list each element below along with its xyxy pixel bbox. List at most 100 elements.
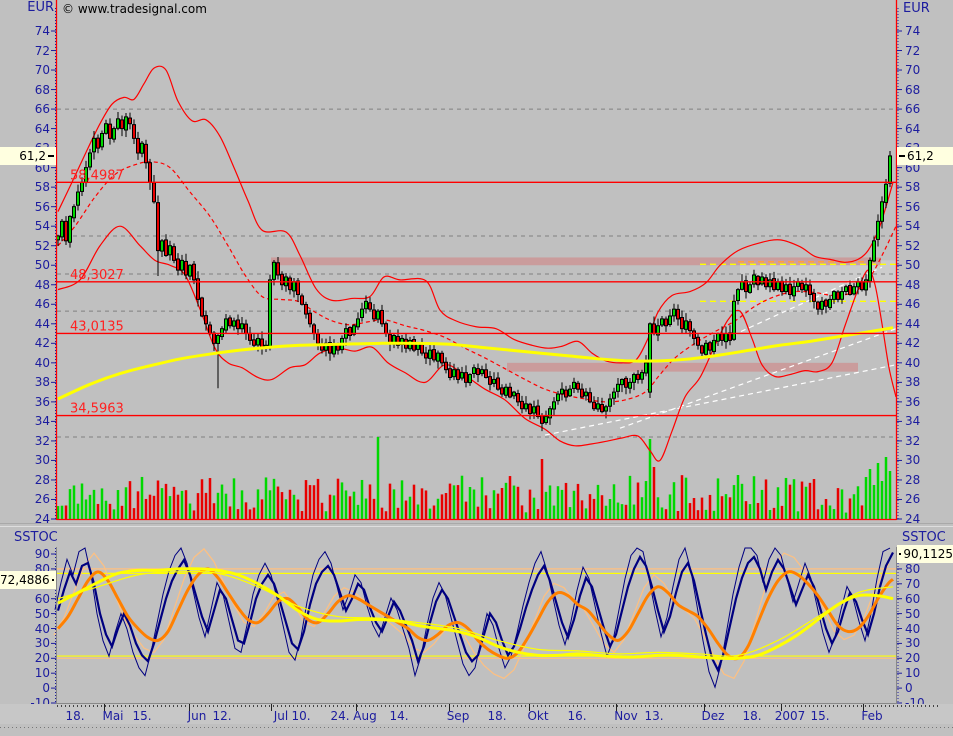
volume-bar [689, 503, 692, 519]
volume-bar [757, 503, 760, 519]
price-tick-label-right: 40 [905, 356, 920, 370]
candle-body [501, 388, 504, 394]
volume-bar [501, 488, 504, 519]
month-tick [529, 704, 530, 711]
volume-bar [773, 508, 776, 519]
volume-bar [413, 485, 416, 519]
candle-body [65, 221, 68, 240]
volume-bar [397, 508, 400, 519]
candle-body [549, 409, 552, 418]
volume-bar [173, 487, 176, 519]
stoch-panel-title-left: SSTOC [14, 530, 58, 545]
volume-bar [361, 480, 364, 519]
candle-body [853, 287, 856, 294]
x-axis-label: Dez [702, 709, 725, 723]
volume-bar [609, 499, 612, 519]
volume-bar [369, 484, 372, 519]
volume-bar [837, 488, 840, 519]
candle-body [385, 324, 388, 334]
candle-body [125, 117, 128, 130]
price-tick-label-left: 72 [0, 44, 50, 58]
price-tick-label-left: 70 [0, 63, 50, 77]
volume-bar [621, 504, 624, 519]
volume-bar [229, 506, 232, 519]
candle-body [297, 281, 300, 294]
candle-body [601, 404, 604, 411]
candle-body [241, 324, 244, 329]
volume-bar [797, 511, 800, 519]
candle-body [609, 399, 612, 406]
price-tick-label-left: 28 [0, 473, 50, 487]
candle-body [437, 353, 440, 361]
x-axis-label: Sep [447, 709, 470, 723]
price-tick-label-right: 32 [905, 434, 920, 448]
candle-body [313, 325, 316, 334]
candle-body [209, 325, 212, 334]
candle-body [629, 382, 632, 388]
current-price-value: 61,2 [19, 149, 46, 163]
volume-bar [381, 508, 384, 519]
candle-body [857, 282, 860, 287]
candle-body [673, 309, 676, 316]
candle-body [737, 290, 740, 301]
volume-bar [321, 503, 324, 519]
volume-bar [245, 502, 248, 519]
volume-bar [461, 476, 464, 519]
candle-body [253, 340, 256, 345]
volume-bar [493, 490, 496, 519]
stoch-current-value: 90,1125 [903, 547, 953, 561]
stoch-tick-label-right: 0 [905, 681, 913, 695]
x-axis-label: 10. [291, 709, 310, 723]
candle-body [641, 373, 644, 380]
volume-bar [577, 484, 580, 519]
volume-bar [429, 509, 432, 519]
volume-bar [73, 485, 76, 519]
price-tick-label-left: 48 [0, 278, 50, 292]
volume-bar [305, 480, 308, 519]
panel-divider [0, 523, 953, 527]
volume-bar [257, 489, 260, 519]
chart-canvas[interactable]: 58,498748,302743,013534,5963 [0, 0, 953, 736]
stoch-tick-label-left: 90 [0, 547, 50, 561]
stoch-tick-label-right: 30 [905, 636, 920, 650]
candle-body [585, 392, 588, 396]
price-tick-label-left: 30 [0, 453, 50, 467]
volume-bar [457, 485, 460, 519]
volume-bar [445, 493, 448, 519]
volume-bar [877, 463, 880, 519]
candle-body [201, 298, 204, 316]
candle-body [185, 261, 188, 275]
volume-bar [737, 475, 740, 519]
price-tick-label-left: 32 [0, 434, 50, 448]
volume-bar [553, 506, 556, 519]
candle-body [477, 369, 480, 375]
volume-bar [77, 504, 80, 519]
candle-body [841, 292, 844, 300]
stoch-tick-label-left: 60 [0, 592, 50, 606]
volume-bar [401, 480, 404, 519]
volume-bar [581, 500, 584, 519]
candle-body [869, 260, 872, 281]
price-tick-label-left: 68 [0, 83, 50, 97]
price-tick-label-right: 30 [905, 453, 920, 467]
candle-body [157, 203, 160, 251]
candle-body [69, 216, 72, 242]
volume-bar [729, 497, 732, 519]
candle-body [237, 320, 240, 329]
volume-bar [325, 511, 328, 519]
volume-bar [213, 503, 216, 519]
price-tick-label-left: 52 [0, 239, 50, 253]
volume-bar [641, 497, 644, 519]
stoch-tick-label-left: 10 [0, 666, 50, 680]
candle-body [485, 370, 488, 378]
candle-body [717, 334, 720, 342]
volume-bar [801, 482, 804, 519]
volume-bar [505, 483, 508, 519]
volume-bar [277, 487, 280, 519]
volume-bar [749, 504, 752, 519]
candle-body [845, 287, 848, 292]
candle-body [381, 310, 384, 323]
candle-body [81, 182, 84, 191]
volume-bar [557, 486, 560, 519]
stoch-tick-label-right: 10 [905, 666, 920, 680]
